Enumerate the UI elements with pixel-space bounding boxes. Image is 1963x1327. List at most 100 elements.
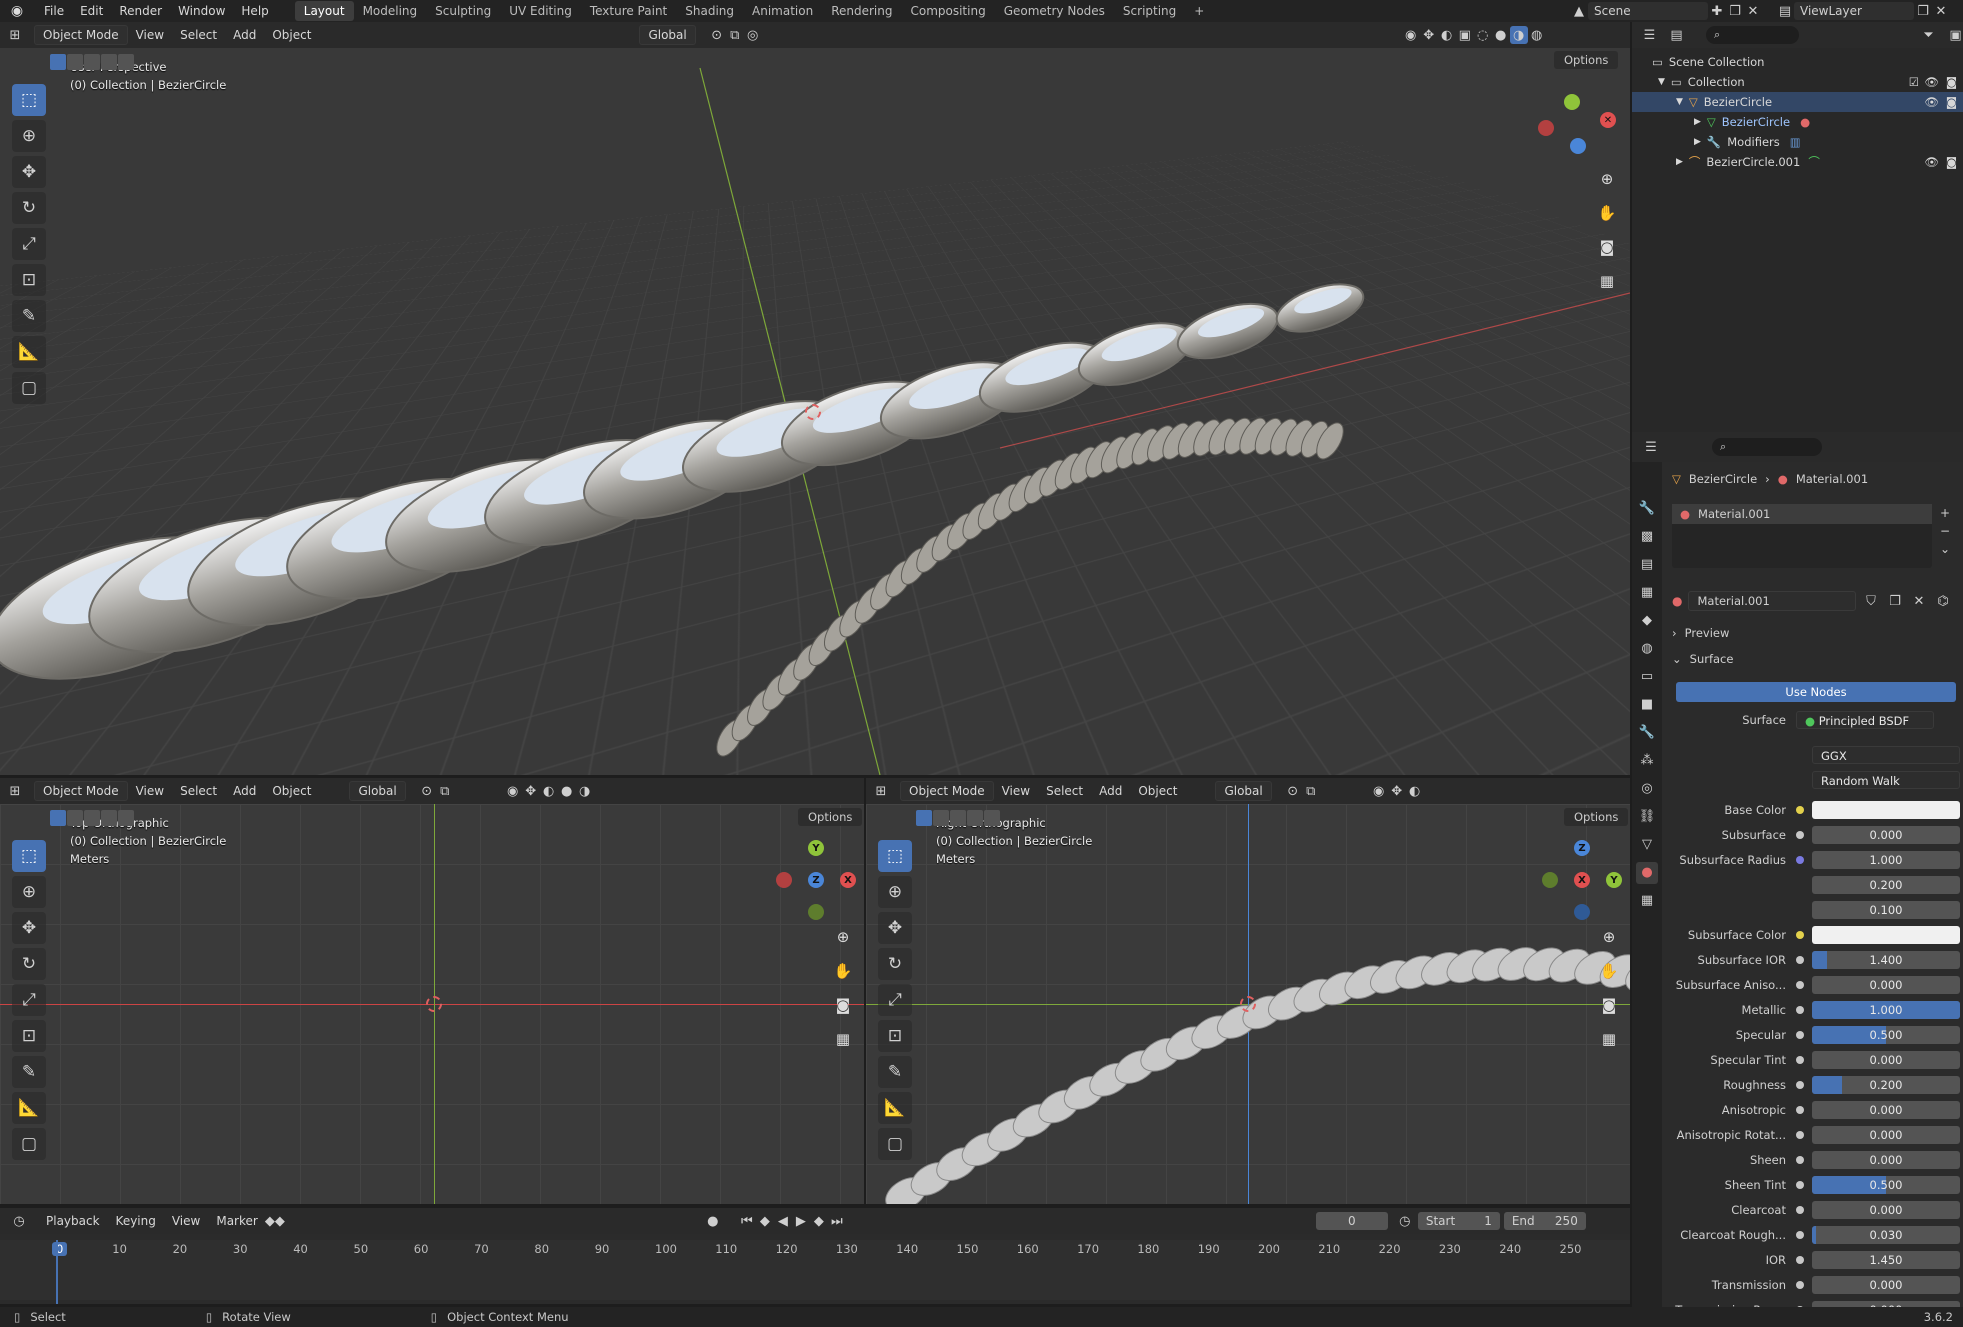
gizmo-icon[interactable]: ✥	[522, 782, 540, 800]
surface-shader-dropdown[interactable]: ● Principled BSDF	[1796, 711, 1934, 729]
move-tool-icon[interactable]: ✥	[12, 912, 46, 944]
chevron-down-icon[interactable]: ▼	[1658, 77, 1665, 87]
mode-dropdown[interactable]: Object Mode	[34, 25, 128, 45]
socket-icon[interactable]	[1796, 1056, 1804, 1064]
gizmo-neg-y-icon[interactable]	[1542, 872, 1558, 888]
camera-icon[interactable]: ◙	[830, 992, 856, 1018]
constraints-tab-icon[interactable]: ⛓	[1636, 806, 1658, 828]
timeline-ruler[interactable]: 0 10 20 30 40 50 60 70 80 90 100 110 120 130 140 150 160…	[0, 1240, 1630, 1300]
checkbox-icon[interactable]: ☑	[1909, 75, 1919, 89]
select-mode-buttons[interactable]	[916, 810, 1000, 826]
unlink-icon[interactable]: ✕	[1910, 592, 1928, 610]
grid-view-icon[interactable]: ▦	[1594, 268, 1620, 294]
world-tab-icon[interactable]: ◍	[1636, 638, 1658, 660]
gizmo-x-icon[interactable]: X	[840, 872, 856, 888]
editor-type-icon[interactable]: ☰	[1642, 26, 1657, 44]
visibility-icon[interactable]: ◉	[1370, 782, 1388, 800]
next-key-icon[interactable]: ◆	[810, 1212, 828, 1230]
gizmo-y-icon[interactable]: Y	[1606, 872, 1622, 888]
select-mode-buttons[interactable]	[50, 54, 134, 70]
add-cube-tool-icon[interactable]: ▢	[878, 1128, 912, 1160]
keying-menu[interactable]: Keying	[108, 1212, 164, 1230]
options-dropdown[interactable]: Options	[1554, 51, 1619, 69]
texture-tab-icon[interactable]: ▦	[1636, 890, 1658, 912]
pivot-icon[interactable]: ⊙	[418, 782, 436, 800]
select-menu[interactable]: Select	[172, 782, 225, 800]
color-swatch[interactable]	[1812, 926, 1960, 944]
select-mode-buttons[interactable]	[50, 810, 134, 826]
transform-tool-icon[interactable]: ⊡	[878, 1020, 912, 1052]
tab-texture-paint[interactable]: Texture Paint	[581, 1, 676, 21]
value-slider[interactable]: 0.000	[1812, 1101, 1960, 1119]
select-menu[interactable]: Select	[1038, 782, 1091, 800]
record-icon[interactable]: ●	[704, 1212, 722, 1230]
main-3d-viewport[interactable]: User Perspective (0) Collection | Bezier…	[0, 48, 1630, 775]
camera-icon[interactable]: ◙	[1596, 992, 1622, 1018]
object-tab-icon[interactable]: ■	[1636, 694, 1658, 716]
rotate-tool-icon[interactable]: ↻	[12, 948, 46, 980]
value-slider[interactable]: 0.000	[1812, 1276, 1960, 1294]
tab-geometry-nodes[interactable]: Geometry Nodes	[995, 1, 1114, 21]
value-slider[interactable]: 0.000	[1812, 1151, 1960, 1169]
jump-end-icon[interactable]: ⏭	[828, 1212, 846, 1230]
value-slider[interactable]: 0.500	[1812, 1176, 1960, 1194]
current-frame-field[interactable]: 0	[1315, 1212, 1388, 1230]
socket-icon[interactable]	[1796, 1081, 1804, 1089]
marker-menu[interactable]: Marker	[208, 1212, 265, 1230]
playhead[interactable]	[56, 1240, 58, 1304]
material-name-field[interactable]: Material.001	[1688, 591, 1856, 611]
gizmo-z-icon[interactable]: Z	[1574, 840, 1590, 856]
menu-window[interactable]: Window	[170, 4, 233, 18]
scene-tab-icon[interactable]: ◆	[1636, 610, 1658, 632]
distribution-dropdown[interactable]: GGX	[1812, 746, 1960, 764]
output-tab-icon[interactable]: ▤	[1636, 554, 1658, 576]
gizmo-x-icon[interactable]: ✕	[1600, 112, 1616, 128]
socket-icon[interactable]	[1796, 1206, 1804, 1214]
socket-icon[interactable]	[1796, 831, 1804, 839]
jump-start-icon[interactable]: ⏮	[738, 1212, 756, 1230]
view-menu[interactable]: View	[128, 782, 172, 800]
socket-icon[interactable]	[1796, 1031, 1804, 1039]
xray-icon[interactable]: ▣	[1456, 26, 1474, 44]
close-icon[interactable]: ✕	[1744, 2, 1762, 20]
cursor-tool-icon[interactable]: ⊕	[878, 876, 912, 908]
blender-logo-icon[interactable]: ◉	[8, 2, 26, 20]
pan-hand-icon[interactable]: ✋	[1596, 958, 1622, 984]
surface-panel-header[interactable]: ⌄ Surface	[1672, 652, 1733, 666]
solid-shading-icon[interactable]: ●	[558, 782, 576, 800]
chevron-down-icon[interactable]: ▼	[1676, 97, 1683, 107]
snap-icon[interactable]: ⧉	[726, 26, 744, 44]
material-tab-icon[interactable]: ●	[1636, 862, 1658, 884]
menu-help[interactable]: Help	[233, 4, 276, 18]
transform-tool-icon[interactable]: ⊡	[12, 264, 46, 296]
view-menu[interactable]: View	[994, 782, 1038, 800]
visibility-icon[interactable]: ◉	[504, 782, 522, 800]
gizmo-y-icon[interactable]	[1564, 94, 1580, 110]
scene-selector[interactable]: ▲ Scene ✚ ❐ ✕	[1570, 2, 1762, 20]
tab-shading[interactable]: Shading	[676, 1, 743, 21]
fake-user-icon[interactable]: ⛉	[1862, 592, 1880, 610]
editor-type-icon[interactable]: ◷	[10, 1212, 28, 1230]
3d-cursor-icon[interactable]	[426, 996, 442, 1012]
add-workspace-button[interactable]: +	[1185, 1, 1213, 21]
zoom-icon[interactable]: ⊕	[1594, 166, 1620, 192]
snap-icon[interactable]: ⧉	[1302, 782, 1320, 800]
overlay-icon[interactable]: ◐	[540, 782, 558, 800]
render-tab-icon[interactable]: ▩	[1636, 526, 1658, 548]
tool-tab-icon[interactable]: 🔧	[1636, 498, 1658, 520]
socket-icon[interactable]	[1796, 1156, 1804, 1164]
snap-icon[interactable]: ⧉	[436, 782, 454, 800]
tab-uv-editing[interactable]: UV Editing	[500, 1, 581, 21]
editor-type-icon[interactable]: ☰	[1642, 438, 1660, 456]
node-tree-icon[interactable]: ⌬	[1934, 592, 1952, 610]
tab-rendering[interactable]: Rendering	[822, 1, 901, 21]
outliner-row-beziercircle-001[interactable]: ▶ ⌒ BezierCircle.001 ⌒ 👁 ◙	[1632, 152, 1963, 172]
add-slot-button[interactable]: +	[1940, 506, 1950, 520]
value-slider[interactable]: 0.200	[1812, 876, 1960, 894]
prev-key-icon[interactable]: ◆	[756, 1212, 774, 1230]
socket-icon[interactable]	[1796, 1181, 1804, 1189]
copy-icon[interactable]: ❐	[1726, 2, 1744, 20]
chevron-right-icon[interactable]: ▶	[1694, 117, 1701, 127]
gizmo-icon[interactable]: ✥	[1420, 26, 1438, 44]
play-icon[interactable]: ▶	[792, 1212, 810, 1230]
